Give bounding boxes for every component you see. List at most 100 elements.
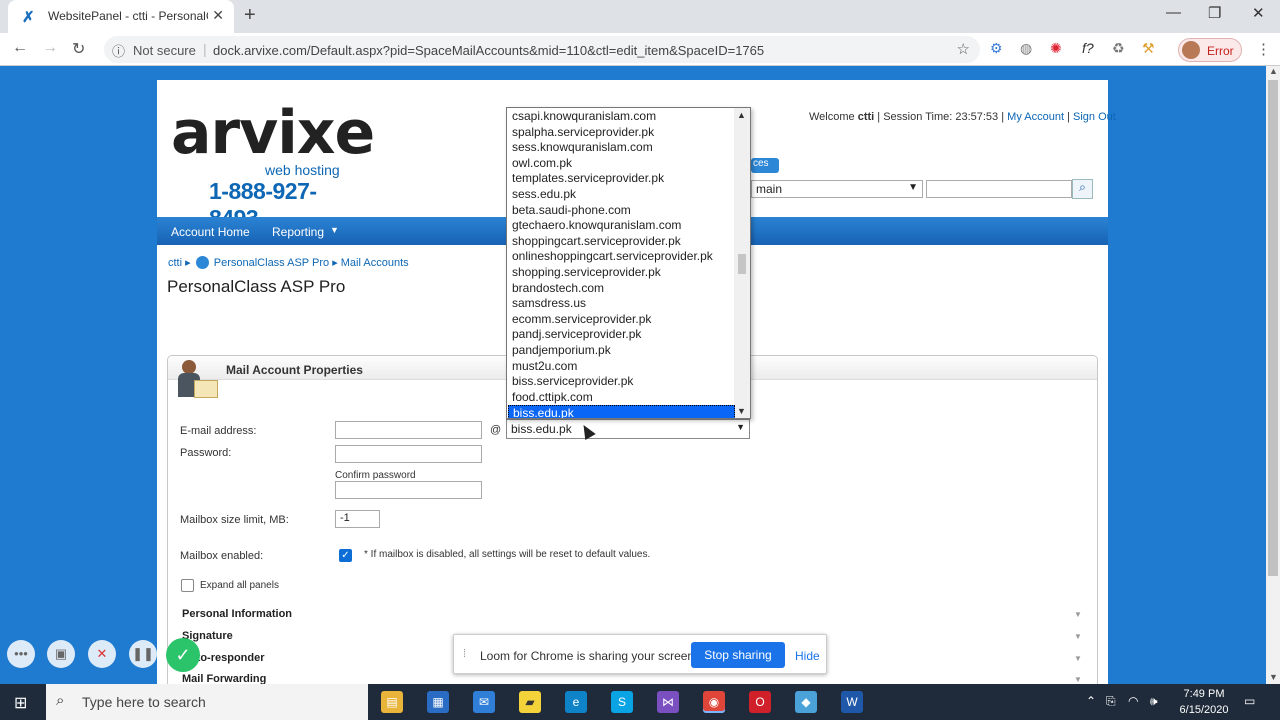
word-icon[interactable]: W	[841, 691, 863, 713]
extension-globe-icon[interactable]: ◍	[1020, 40, 1032, 57]
domain-option[interactable]: ecomm.serviceprovider.pk	[508, 312, 735, 328]
scroll-up-icon[interactable]: ▲	[737, 110, 746, 120]
browser-tab[interactable]: ✗ WebsitePanel - ctti - PersonalClass ✕	[8, 0, 234, 33]
search-input[interactable]	[926, 180, 1072, 198]
skype-icon[interactable]: S	[611, 691, 633, 713]
reload-icon[interactable]: ↻	[72, 39, 85, 59]
domain-option[interactable]: pandj.serviceprovider.pk	[508, 327, 735, 343]
back-icon[interactable]: ←	[12, 39, 28, 57]
domain-option[interactable]: biss.serviceprovider.pk	[508, 374, 735, 390]
scroll-thumb[interactable]	[738, 254, 746, 274]
chevron-down-icon[interactable]: ▼	[1074, 632, 1082, 641]
loom-finish-icon[interactable]: ✓	[166, 638, 200, 672]
domain-option[interactable]: gtechaero.knowquranislam.com	[508, 218, 735, 234]
page-scrollbar[interactable]: ▲ ▼	[1266, 66, 1280, 684]
nav-account-home[interactable]: Account Home	[171, 225, 250, 239]
domain-option[interactable]: beta.saudi-phone.com	[508, 203, 735, 219]
domain-option[interactable]: biss.edu.pk	[508, 405, 735, 418]
loom-cancel-icon[interactable]: ✕	[88, 640, 116, 668]
domain-option[interactable]: owl.com.pk	[508, 156, 735, 172]
nav-reporting[interactable]: Reporting	[272, 225, 324, 239]
domain-dropdown-list[interactable]: ▲ ▼ csapi.knowquranislam.com spalpha.serv…	[506, 107, 751, 419]
bookmark-star-icon[interactable]: ☆	[957, 40, 970, 58]
breadcrumb-space[interactable]: PersonalClass ASP Pro	[214, 257, 329, 269]
forward-icon[interactable]: →	[42, 39, 58, 57]
file-explorer-icon[interactable]: ▤	[381, 691, 403, 713]
domain-select[interactable]: biss.edu.pk ▼	[506, 419, 750, 439]
reporting-caret-icon[interactable]: ▼	[330, 225, 339, 235]
scroll-down-icon[interactable]: ▼	[737, 406, 746, 416]
mail-icon[interactable]: ✉	[473, 691, 495, 713]
stop-sharing-button[interactable]: Stop sharing	[691, 642, 785, 668]
mailbox-enabled-checkbox[interactable]: ✓	[339, 549, 352, 562]
chevron-down-icon[interactable]: ▼	[1074, 610, 1082, 619]
hide-button[interactable]: Hide	[795, 649, 820, 663]
taskbar-clock[interactable]: 7:49 PM 6/15/2020	[1176, 686, 1232, 718]
store-icon[interactable]: ▦	[427, 691, 449, 713]
domain-option[interactable]: food.cttipk.com	[508, 390, 735, 406]
scroll-thumb[interactable]	[1268, 80, 1278, 576]
tray-network-adapter-icon[interactable]: ⎘	[1106, 694, 1116, 709]
minimize-icon[interactable]: —	[1166, 4, 1181, 21]
profile-error-button[interactable]: Error	[1178, 38, 1242, 62]
breadcrumb-current[interactable]: Mail Accounts	[341, 257, 409, 269]
chevron-down-icon[interactable]: ▼	[1074, 654, 1082, 663]
domain-option[interactable]: shoppingcart.serviceprovider.pk	[508, 234, 735, 250]
dropdown-scrollbar[interactable]: ▲ ▼	[734, 108, 750, 418]
expand-all-checkbox[interactable]	[181, 579, 194, 592]
maximize-icon[interactable]: ❐	[1208, 4, 1221, 22]
window-close-icon[interactable]: ✕	[1252, 4, 1265, 22]
notifications-icon[interactable]: ▭	[1244, 694, 1255, 708]
domain-option[interactable]: shopping.serviceprovider.pk	[508, 265, 735, 281]
space-select[interactable]: main ▼	[751, 180, 923, 198]
confirm-password-field[interactable]	[335, 481, 482, 499]
domain-option[interactable]: spalpha.serviceprovider.pk	[508, 125, 735, 141]
sign-out-link[interactable]: Sign Out	[1073, 111, 1116, 123]
domain-option[interactable]: templates.serviceprovider.pk	[508, 171, 735, 187]
email-field[interactable]	[335, 421, 482, 439]
mailbox-size-field[interactable]: -1	[335, 510, 380, 528]
info-icon[interactable]: ⓘ	[112, 41, 125, 60]
domain-option[interactable]: sess.knowquranislam.com	[508, 140, 735, 156]
loom-pause-icon[interactable]: ❚❚	[129, 640, 157, 668]
scroll-up-icon[interactable]: ▲	[1269, 66, 1278, 76]
domain-option[interactable]: csapi.knowquranislam.com	[508, 109, 735, 125]
breadcrumb-root[interactable]: ctti	[168, 257, 182, 269]
domain-option[interactable]: onlineshoppingcart.serviceprovider.pk	[508, 249, 735, 265]
drag-handle-icon[interactable]: ⁞	[463, 648, 466, 660]
visual-studio-icon[interactable]: ⋈	[657, 691, 679, 713]
extension-hammer-icon[interactable]: ⚒	[1142, 40, 1155, 57]
extension-translate-icon[interactable]: ⚙	[990, 40, 1003, 57]
domain-option[interactable]: pandjemporium.pk	[508, 343, 735, 359]
section-mail-forwarding[interactable]: Mail Forwarding	[182, 673, 266, 684]
domain-option[interactable]: brandostech.com	[508, 281, 735, 297]
wifi-icon[interactable]: ◠	[1128, 694, 1138, 708]
password-field[interactable]	[335, 445, 482, 463]
new-tab-icon[interactable]: +	[244, 4, 256, 27]
extension-function-icon[interactable]: f?	[1082, 40, 1094, 56]
search-icon[interactable]: ⌕	[1072, 179, 1093, 199]
domain-option[interactable]: must2u.com	[508, 359, 735, 375]
scroll-down-icon[interactable]: ▼	[1269, 672, 1278, 682]
extension-recycle-icon[interactable]: ♻	[1112, 40, 1125, 57]
chevron-down-icon[interactable]: ▼	[1074, 675, 1082, 684]
section-personal-information[interactable]: Personal Information	[182, 608, 292, 620]
windows-start-icon[interactable]: ⊞	[14, 693, 27, 713]
address-bar[interactable]: ⓘ Not secure | dock.arvixe.com/Default.a…	[104, 36, 980, 63]
loom-more-icon[interactable]: •••	[7, 640, 35, 668]
arvixe-logo[interactable]: arvixe web hosting 1-888-927-8493	[171, 94, 375, 231]
taskbar-search[interactable]: ⌕ Type here to search	[46, 684, 368, 720]
opera-icon[interactable]: O	[749, 691, 771, 713]
spaces-badge[interactable]: ces	[751, 158, 779, 173]
volume-icon[interactable]: 🕪	[1150, 694, 1158, 709]
tray-chevron-icon[interactable]: ⌃	[1086, 694, 1096, 708]
chrome-icon[interactable]: ◉	[703, 691, 725, 713]
my-account-link[interactable]: My Account	[1007, 111, 1064, 123]
chrome-menu-icon[interactable]: ⋮	[1256, 40, 1271, 58]
loom-camera-icon[interactable]: ▣	[47, 640, 75, 668]
edge-icon[interactable]: e	[565, 691, 587, 713]
tab-close-icon[interactable]: ✕	[212, 7, 224, 24]
url-text[interactable]: dock.arvixe.com/Default.aspx?pid=SpaceMa…	[213, 43, 764, 58]
extension-loom-icon[interactable]: ✺	[1050, 40, 1062, 57]
app-icon[interactable]: ◆	[795, 691, 817, 713]
